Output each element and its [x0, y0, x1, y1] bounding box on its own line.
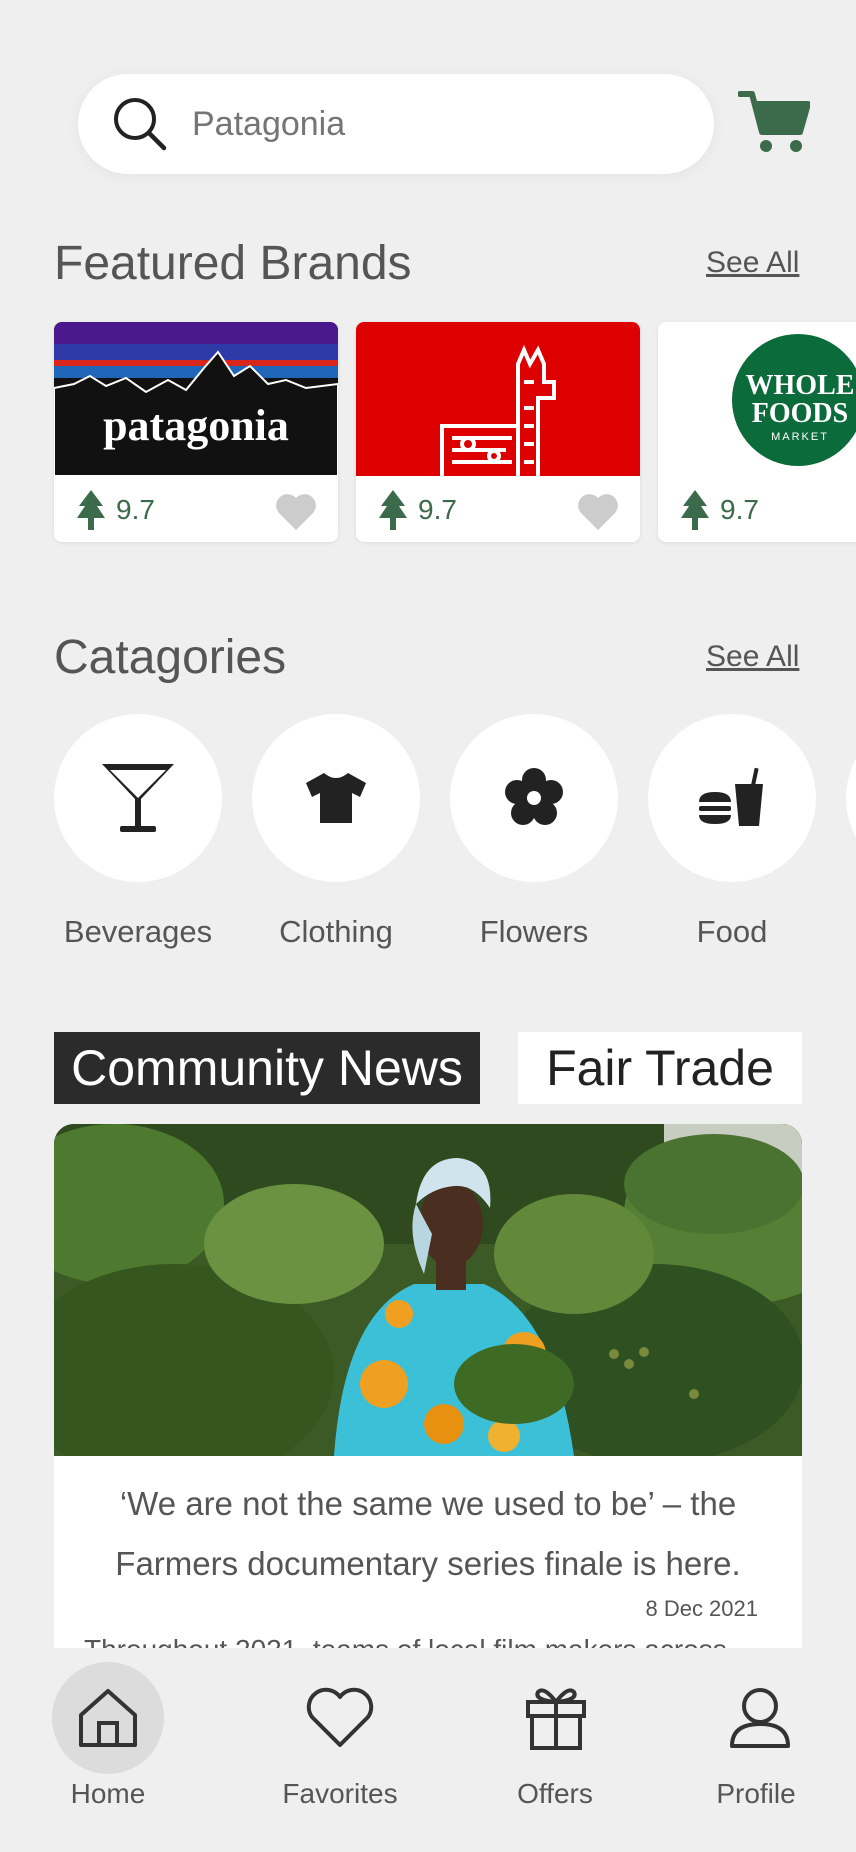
featured-brands-title: Featured Brands [54, 237, 412, 290]
patagonia-logo: patagonia [54, 322, 338, 476]
nav-favorites[interactable]: Favorites [270, 1648, 410, 1810]
tab-fair-trade[interactable]: Fair Trade [518, 1032, 802, 1104]
profile-icon [730, 1688, 790, 1748]
search-bar[interactable] [78, 74, 714, 174]
brand-rating-value: 9.7 [418, 494, 457, 525]
llama-logo [356, 322, 640, 476]
tree-icon [681, 490, 709, 530]
category-label: Flowers [479, 914, 589, 949]
category-clothing[interactable]: Clothing [252, 714, 420, 950]
category-label: Clothing [279, 914, 393, 949]
brand-card-whole-foods[interactable]: WHOLE FOODS MARKET 9.7 [658, 322, 856, 542]
category-beverages[interactable]: Beverages [54, 714, 222, 950]
nav-label: Favorites [282, 1778, 398, 1809]
logo-text-market: MARKET [771, 431, 829, 443]
nav-profile[interactable]: Profile [704, 1648, 808, 1810]
brand-card-llama[interactable]: 9.7 [356, 322, 640, 542]
categories-see-all-link[interactable]: See All [706, 640, 799, 674]
nav-home[interactable]: Home [50, 1648, 166, 1810]
news-headline: ‘We are not the same we used to be’ – th… [115, 1485, 741, 1582]
categories-title: Catagories [54, 631, 287, 684]
news-excerpt: Throughout 2021, teams of local film mak… [84, 1634, 727, 1648]
tree-icon [379, 490, 407, 530]
home-icon [79, 1689, 137, 1747]
flower-icon [505, 768, 563, 825]
nav-offers[interactable]: Offers [500, 1648, 610, 1810]
news-date: 8 Dec 2021 [645, 1596, 758, 1621]
heart-icon [306, 1687, 374, 1747]
whole-foods-logo: WHOLE FOODS MARKET [658, 322, 856, 476]
heart-icon[interactable] [576, 492, 620, 532]
news-card[interactable]: ‘We are not the same we used to be’ – th… [54, 1124, 802, 1648]
brand-rating-value: 9.7 [720, 494, 759, 525]
bottom-navigation: Home Favorites Offers Profile [0, 1648, 856, 1852]
martini-icon [102, 764, 174, 832]
brand-rating-value: 9.7 [116, 494, 155, 525]
heart-icon[interactable] [274, 492, 318, 532]
svg-text:patagonia: patagonia [103, 401, 289, 450]
tshirt-icon [306, 773, 366, 823]
nav-label: Home [70, 1778, 146, 1809]
category-food[interactable]: Food [648, 714, 816, 950]
tree-icon [77, 490, 105, 530]
search-input[interactable] [190, 103, 654, 145]
nav-label: Profile [716, 1778, 796, 1809]
search-icon [114, 98, 167, 151]
tab-community-news[interactable]: Community News [54, 1032, 480, 1104]
gift-icon [526, 1688, 586, 1750]
category-more[interactable] [846, 714, 856, 882]
nav-label: Offers [517, 1778, 593, 1809]
cart-icon[interactable] [738, 88, 810, 154]
burger-drink-icon [699, 767, 763, 826]
logo-text-foods: FOODS [752, 398, 848, 429]
category-label: Food [696, 914, 768, 949]
logo-text-whole: WHOLE [746, 370, 855, 401]
featured-see-all-link[interactable]: See All [706, 246, 799, 280]
news-image [54, 1124, 802, 1456]
category-label: Beverages [63, 914, 213, 949]
category-flowers[interactable]: Flowers [450, 714, 618, 950]
brand-card-patagonia[interactable]: patagonia 9.7 [54, 322, 338, 542]
